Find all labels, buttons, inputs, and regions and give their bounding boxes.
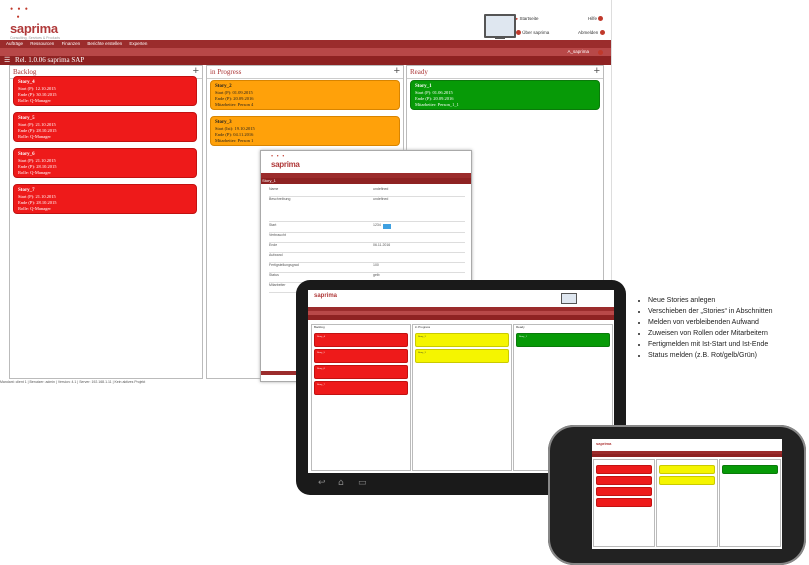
column-header: in Progress +	[207, 65, 403, 79]
detail-title: Story_1	[262, 178, 276, 183]
startseite-link[interactable]: ▸ Startseite	[516, 16, 539, 22]
user-label: A_saprima	[567, 49, 589, 54]
phone-device: saprima	[548, 425, 806, 565]
tablet-column-in-progress: in Progress Story_2 Story_3	[412, 324, 512, 471]
tablet-column-backlog: Backlog Story_4 Story_5 Story_6 Story_7	[311, 324, 411, 471]
story-card[interactable]	[596, 476, 652, 485]
recent-apps-icon[interactable]: ▭	[358, 478, 367, 488]
logout-link[interactable]: Abmelden	[578, 30, 605, 36]
phone-title-bar	[592, 454, 782, 457]
info-icon	[516, 30, 521, 36]
feature-item: Verschieben der „Stories“ in Abschnitten	[648, 307, 808, 316]
column-title: in Progress	[210, 68, 242, 76]
user-icon[interactable]	[598, 49, 603, 55]
feature-item: Status melden (z.B. Rot/gelb/Grün)	[648, 351, 808, 360]
add-story-button[interactable]: +	[594, 65, 600, 77]
story-card[interactable]: Story_4 Start (P): 12.10.2015 Ende (P): …	[13, 76, 197, 106]
phone-screen: saprima	[592, 439, 782, 549]
story-card[interactable]: Story_5	[314, 349, 408, 363]
detail-row: Aufwand	[269, 253, 465, 263]
feature-list: Neue Stories anlegen Verschieben der „St…	[638, 296, 808, 362]
feature-item: Neue Stories anlegen	[648, 296, 808, 305]
detail-row: Fertigstellungsgrad 100	[269, 263, 465, 273]
story-card[interactable]: Story_2 Start (P): 01.09.2015 Ende (P): …	[210, 80, 400, 110]
monitor-icon	[484, 14, 516, 39]
menu-item-finanzen[interactable]: Finanzen	[62, 41, 81, 46]
detail-title-bar: Story_1	[261, 178, 471, 184]
feature-item: Melden von verbleibenden Aufwand	[648, 318, 808, 327]
column-title: Backlog	[314, 325, 325, 329]
story-card[interactable]	[659, 465, 715, 474]
story-card[interactable]: Story_7 Start (P): 21.10.2015 Ende (P): …	[13, 184, 197, 214]
menu-item-berichte[interactable]: Berichte erstellen	[87, 41, 122, 46]
story-card[interactable]	[722, 465, 778, 474]
logout-icon	[599, 30, 605, 36]
story-card[interactable]	[596, 487, 652, 496]
help-link[interactable]: Hilfe	[588, 16, 604, 22]
story-card[interactable]: Story_1 Start (P): 01.06.2015 Ende (P): …	[410, 80, 600, 110]
monitor-icon	[561, 293, 577, 304]
tablet-title-bar	[308, 315, 614, 320]
story-card[interactable]: Story_3 Start (Ist): 19.10.2015 Ende (P)…	[210, 116, 400, 146]
saprima-logo: • • • • saprima Consulting, Services & P…	[10, 4, 60, 41]
menu-item-experten[interactable]: Experten	[129, 41, 147, 46]
story-card[interactable]	[596, 498, 652, 507]
page-title: Rel. 1.0.06 saprima SAP	[15, 56, 85, 64]
menu-item-ressourcen[interactable]: Ressourcen	[30, 41, 54, 46]
column-title: Ready	[410, 68, 428, 76]
feature-item: Zuweisen von Rollen oder Mitarbeitern	[648, 329, 808, 338]
detail-row: Ende 06.11.2016	[269, 243, 465, 253]
sub-bar: A_saprima	[0, 48, 611, 56]
tablet-logo: saprima	[314, 293, 338, 299]
page-title-bar: ☰ Rel. 1.0.06 saprima SAP	[0, 56, 611, 65]
story-card[interactable]: Story_2	[415, 333, 509, 347]
story-card[interactable]: Story_3	[415, 349, 509, 363]
column-header: Ready +	[407, 65, 603, 79]
story-card[interactable]	[596, 465, 652, 474]
logo-dots-icon: • • • •	[10, 4, 29, 22]
menu-icon[interactable]: ☰	[4, 56, 10, 64]
about-link[interactable]: Über saprima	[516, 30, 549, 36]
home-icon[interactable]: ⌂	[338, 478, 344, 488]
column-title: Backlog	[13, 68, 37, 76]
phone-column-backlog	[593, 459, 655, 547]
story-card[interactable]: Story_7	[314, 381, 408, 395]
back-icon[interactable]: ↩	[318, 478, 326, 488]
phone-column-ready	[719, 459, 781, 547]
detail-logo: • • • saprima	[271, 154, 300, 169]
story-card[interactable]: Story_6 Start (P): 21.10.2015 Ende (P): …	[13, 148, 197, 178]
menu-item-auftraege[interactable]: Aufträge	[6, 41, 23, 46]
phone-logo: saprima	[596, 441, 612, 446]
detail-row: Verbraucht	[269, 233, 465, 243]
date-picker-icon[interactable]	[383, 224, 391, 229]
main-menu-bar: Aufträge Ressourcen Finanzen Berichte er…	[0, 40, 611, 48]
column-title: in Progress	[415, 325, 431, 329]
help-icon	[598, 16, 604, 22]
detail-row: Name undefined	[269, 187, 465, 197]
detail-row[interactable]: Start 1234	[269, 223, 465, 233]
story-card[interactable]: Story_4	[314, 333, 408, 347]
detail-row: Beschreibung undefined	[269, 197, 465, 222]
status-line: Mandant: client 1 | Benutzer: admin | Ve…	[0, 380, 146, 384]
phone-column-in-progress	[656, 459, 718, 547]
column-title: Ready	[516, 325, 525, 329]
column-backlog: Backlog + Story_4 Start (P): 12.10.2015 …	[9, 65, 203, 379]
story-card[interactable]: Story_1	[516, 333, 610, 347]
story-card[interactable]: Story_5 Start (P): 21.10.2015 Ende (P): …	[13, 112, 197, 142]
logo-text: saprima	[10, 21, 58, 36]
add-story-button[interactable]: +	[394, 65, 400, 77]
story-card[interactable]	[659, 476, 715, 485]
feature-item: Fertigmelden mit Ist-Start und Ist-Ende	[648, 340, 808, 349]
story-card[interactable]: Story_6	[314, 365, 408, 379]
